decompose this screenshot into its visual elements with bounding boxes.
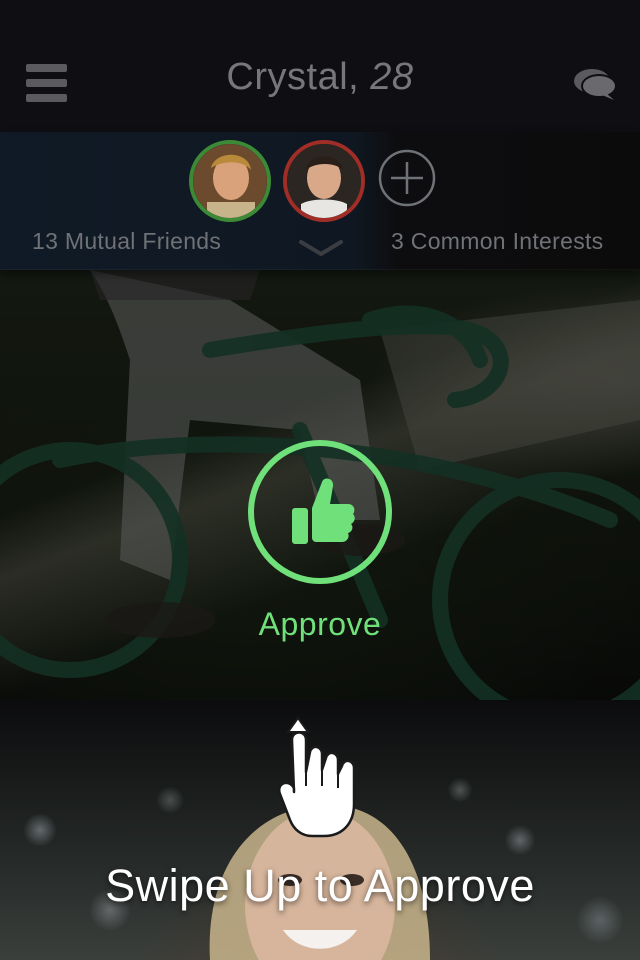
chat-bubbles-icon[interactable]	[572, 66, 618, 102]
mutual-friend-avatar[interactable]	[283, 140, 365, 222]
approve-label: Approve	[258, 606, 382, 642]
top-navigation-bar: Crystal, 28	[0, 0, 640, 132]
profile-title: Crystal, 28	[0, 56, 640, 99]
social-connections-panel: 13 Mutual Friends 3 Common Interests	[0, 132, 640, 270]
thumbs-up-icon	[292, 478, 355, 544]
chevron-down-icon[interactable]	[298, 238, 344, 258]
profile-name: Crystal,	[226, 56, 360, 98]
mutual-friends-count[interactable]: 13 Mutual Friends	[32, 228, 221, 255]
swipe-instruction: Swipe Up to Approve	[105, 860, 535, 911]
swipe-up-hand-icon	[277, 716, 356, 838]
friend-photo	[193, 144, 267, 218]
approve-button[interactable]	[248, 440, 392, 584]
app-screen: Crystal, 28 13 Mutual Friends 3 Common I…	[0, 0, 640, 960]
mutual-friend-avatar[interactable]	[189, 140, 271, 222]
friend-photo	[287, 144, 361, 218]
common-interests-count[interactable]: 3 Common Interests	[391, 228, 603, 255]
profile-age: 28	[370, 56, 414, 98]
plus-circle-icon[interactable]	[377, 148, 437, 208]
